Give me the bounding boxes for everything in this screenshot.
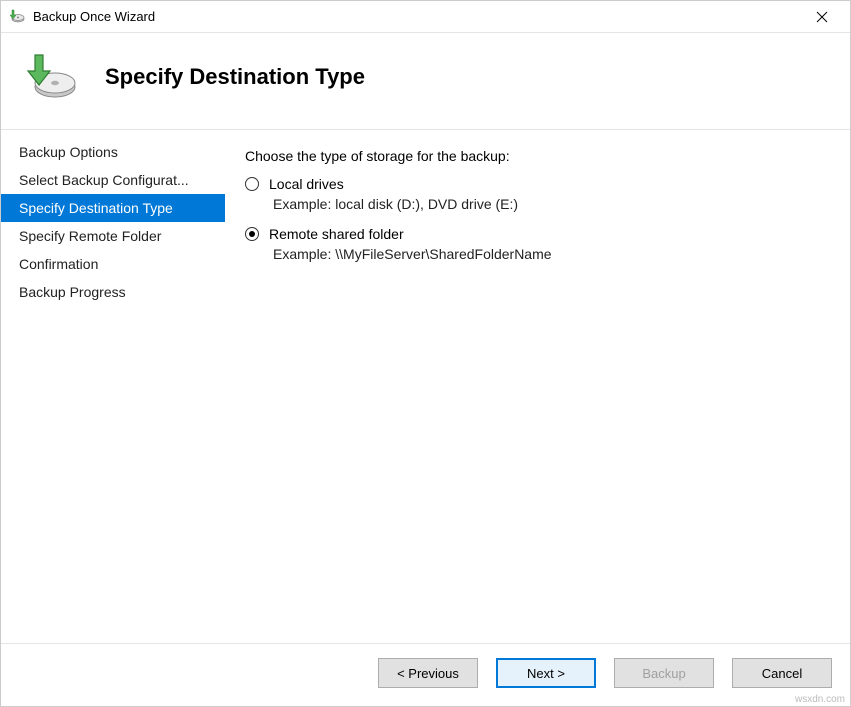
step-confirmation[interactable]: Confirmation <box>1 250 225 278</box>
content-prompt: Choose the type of storage for the backu… <box>245 148 830 164</box>
step-specify-destination-type[interactable]: Specify Destination Type <box>1 194 225 222</box>
wizard-body: Backup Options Select Backup Configurat.… <box>1 130 850 643</box>
cancel-button[interactable]: Cancel <box>732 658 832 688</box>
next-button[interactable]: Next > <box>496 658 596 688</box>
wizard-content: Choose the type of storage for the backu… <box>225 130 850 643</box>
wizard-header: Specify Destination Type <box>1 33 850 129</box>
step-backup-options[interactable]: Backup Options <box>1 138 225 166</box>
backup-app-icon <box>9 9 25 25</box>
wizard-steps-sidebar: Backup Options Select Backup Configurat.… <box>1 130 225 643</box>
radio-icon <box>245 177 259 191</box>
page-title: Specify Destination Type <box>105 64 365 90</box>
watermark: wsxdn.com <box>795 694 845 705</box>
close-button[interactable] <box>802 1 842 33</box>
example-remote-shared-folder: Example: \\MyFileServer\SharedFolderName <box>273 246 830 262</box>
radio-label-remote-shared-folder: Remote shared folder <box>269 226 404 242</box>
radio-label-local-drives: Local drives <box>269 176 344 192</box>
step-backup-progress[interactable]: Backup Progress <box>1 278 225 306</box>
radio-local-drives[interactable]: Local drives <box>245 176 830 192</box>
step-select-backup-config[interactable]: Select Backup Configurat... <box>1 166 225 194</box>
window-title: Backup Once Wizard <box>33 9 802 24</box>
radio-icon <box>245 227 259 241</box>
backup-button: Backup <box>614 658 714 688</box>
wizard-footer: < Previous Next > Backup Cancel <box>1 643 850 706</box>
radio-remote-shared-folder[interactable]: Remote shared folder <box>245 226 830 242</box>
previous-button[interactable]: < Previous <box>378 658 478 688</box>
example-local-drives: Example: local disk (D:), DVD drive (E:) <box>273 196 830 212</box>
step-specify-remote-folder[interactable]: Specify Remote Folder <box>1 222 225 250</box>
backup-disc-icon <box>21 53 77 101</box>
close-icon <box>816 11 828 23</box>
titlebar: Backup Once Wizard <box>1 1 850 33</box>
